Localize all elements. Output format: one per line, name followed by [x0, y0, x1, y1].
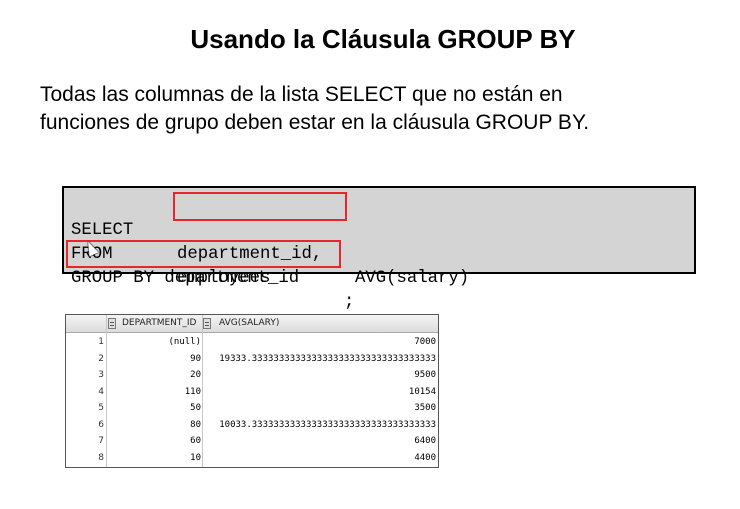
cell-department-id: 80 — [190, 419, 201, 430]
cell-avg-salary: 4400 — [414, 452, 436, 463]
cell-department-id: 90 — [190, 353, 201, 364]
cell-avg-salary: 3500 — [414, 403, 436, 413]
cell-department-id: 110 — [184, 386, 201, 397]
row-number: 2 — [98, 353, 104, 364]
result-header: DEPARTMENT_ID AVG(SALARY) — [66, 315, 438, 333]
body-line-2: funciones de grupo deben estar en la clá… — [40, 111, 590, 134]
highlight-box-select-column — [173, 192, 347, 221]
row-number: 5 — [98, 403, 104, 413]
highlight-box-groupby — [66, 240, 341, 268]
column-header-avg-salary[interactable]: AVG(SALARY) — [219, 315, 279, 332]
cell-avg-salary: 10154 — [408, 386, 436, 397]
row-number: 3 — [98, 370, 104, 380]
row-number: 7 — [98, 436, 104, 446]
select-aggregate: AVG(salary) — [355, 269, 470, 288]
sql-code-block: SELECT department_id, AVG(salary) FROM e… — [62, 186, 696, 312]
statement-terminator: ; — [344, 293, 355, 312]
column-header-department-id[interactable]: DEPARTMENT_ID — [122, 315, 197, 332]
cell-avg-salary: 7000 — [414, 337, 436, 347]
groupby-clause-highlighted: GROUP BY department_id — [71, 269, 300, 288]
row-number: 1 — [98, 337, 104, 347]
table-row[interactable]: 5 50 3500 — [66, 400, 438, 417]
cell-department-id: 60 — [190, 436, 201, 446]
column-icon — [203, 318, 211, 329]
query-result-grid: DEPARTMENT_ID AVG(SALARY) 1 (null) 7000 … — [65, 314, 439, 468]
table-row[interactable]: 8 10 4400 — [66, 450, 438, 467]
cell-avg-salary: 19333.3333333333333333333333333333333333 — [219, 353, 436, 364]
cell-department-id: 20 — [190, 370, 201, 380]
slide-title: Usando la Cláusula GROUP BY — [190, 24, 576, 54]
table-row[interactable]: 7 60 6400 — [66, 433, 438, 450]
table-row[interactable]: 1 (null) 7000 — [66, 334, 438, 351]
table-row[interactable]: 4 110 10154 — [66, 384, 438, 401]
cell-department-id: 10 — [190, 452, 201, 463]
slide-body-text: Todas las columnas de la lista SELECT qu… — [40, 81, 730, 137]
row-number: 4 — [98, 386, 104, 397]
row-number: 8 — [98, 452, 104, 463]
code-line-select: SELECT department_id, AVG(salary) — [71, 195, 469, 288]
row-number: 6 — [98, 419, 104, 430]
cell-avg-salary: 6400 — [414, 436, 436, 446]
table-row[interactable]: 6 80 10033.33333333333333333333333333333… — [66, 417, 438, 434]
table-row[interactable]: 2 90 19333.33333333333333333333333333333… — [66, 351, 438, 368]
table-row[interactable]: 3 20 9500 — [66, 367, 438, 384]
column-icon — [108, 318, 116, 329]
cell-department-id: 50 — [190, 403, 201, 413]
body-line-1: Todas las columnas de la lista SELECT qu… — [40, 83, 563, 106]
cell-avg-salary: 10033.3333333333333333333333333333333333 — [219, 419, 436, 430]
cell-avg-salary: 9500 — [414, 370, 436, 380]
cell-department-id: (null) — [168, 337, 201, 347]
